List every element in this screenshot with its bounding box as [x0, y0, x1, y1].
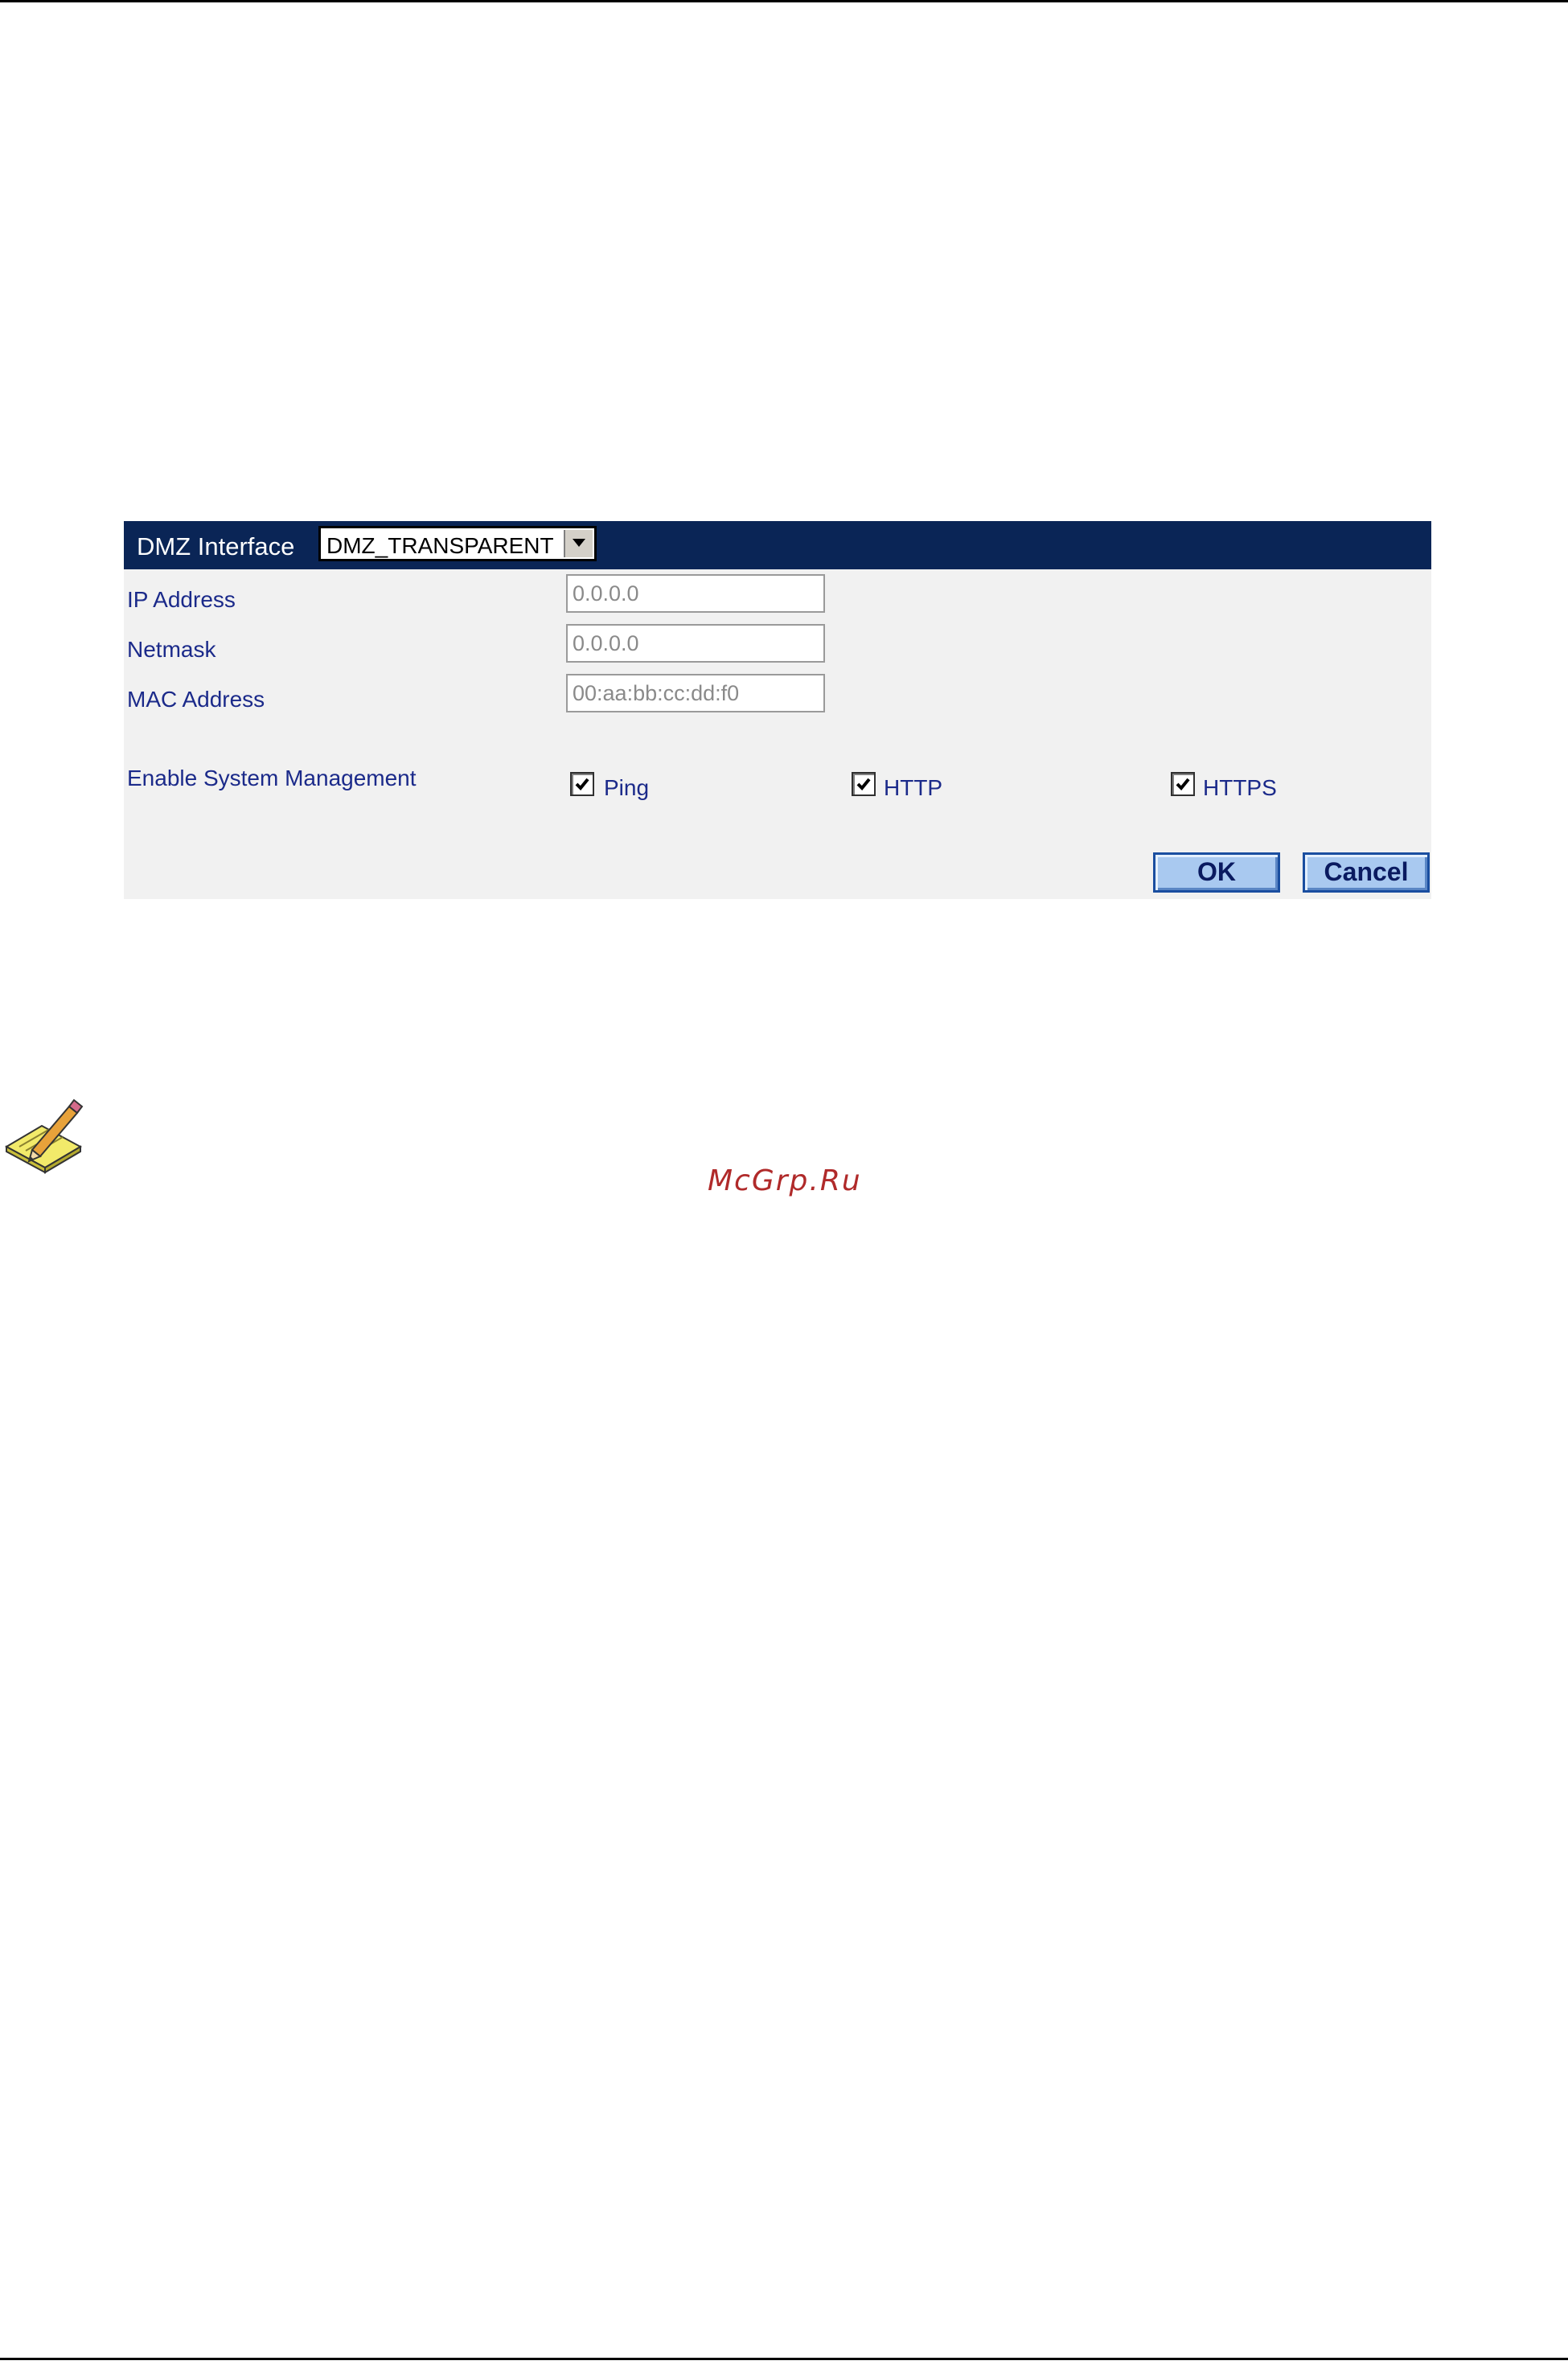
ping-label: Ping — [604, 775, 650, 800]
dmz-interface-label: DMZ Interface — [137, 532, 295, 560]
dmz-settings-panel: DMZ Interface DMZ_TRANSPARENT IP Address… — [124, 521, 1431, 899]
http-checkbox[interactable] — [852, 772, 876, 796]
pencil-notepad-icon — [2, 1090, 85, 1174]
ip-address-label: IP Address — [127, 587, 236, 612]
mac-address-input[interactable] — [566, 674, 825, 712]
top-rule — [0, 0, 1568, 2]
watermark-text: McGrp.Ru — [708, 1164, 862, 1197]
netmask-label: Netmask — [127, 637, 216, 662]
http-label: HTTP — [884, 775, 943, 800]
chevron-down-icon[interactable] — [564, 530, 593, 557]
ip-address-input[interactable] — [566, 574, 825, 613]
dmz-interface-select-value: DMZ_TRANSPARENT — [326, 533, 554, 558]
https-label: HTTPS — [1203, 775, 1277, 800]
bottom-rule — [0, 2358, 1568, 2360]
https-checkbox[interactable] — [1171, 772, 1195, 796]
panel-header: DMZ Interface DMZ_TRANSPARENT — [124, 521, 1431, 569]
cancel-button[interactable]: Cancel — [1303, 852, 1430, 893]
ok-button[interactable]: OK — [1153, 852, 1280, 893]
ping-checkbox[interactable] — [570, 772, 594, 796]
mac-address-label: MAC Address — [127, 687, 265, 712]
netmask-input[interactable] — [566, 624, 825, 663]
dmz-interface-select[interactable]: DMZ_TRANSPARENT — [318, 526, 597, 561]
enable-system-management-label: Enable System Management — [127, 766, 417, 790]
